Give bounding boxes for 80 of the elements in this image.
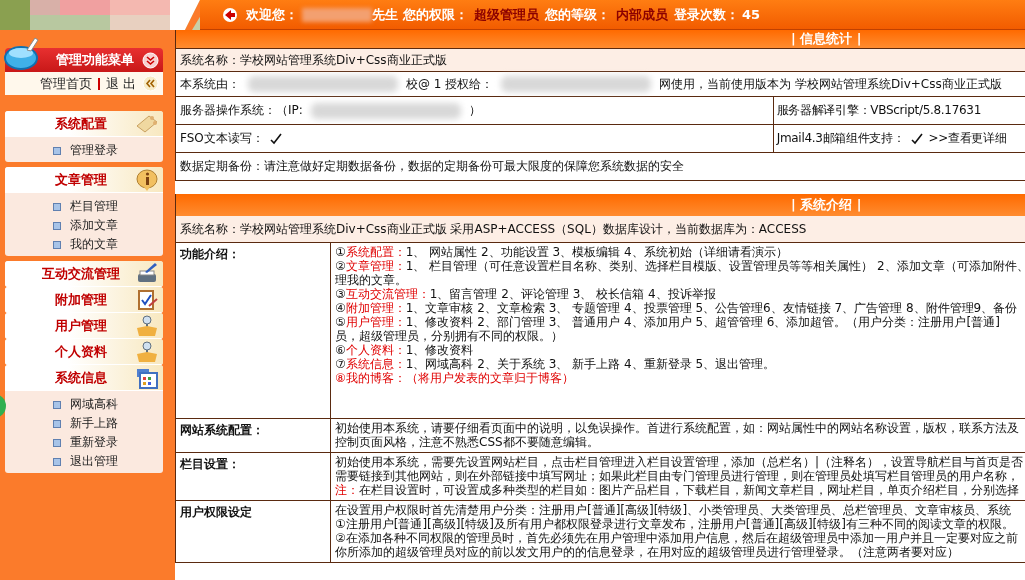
description-line: ②文章管理：1、 栏目管理（可任意设置栏目名称、类别、选择栏目模版、设置管理员等等相关属性） 2、添加文章（可添加附件、 xyxy=(335,259,1025,273)
description-line: 需要链接到其他网站，则在外部链接中填写网址；如果此栏目由专门管理员进行管理，则在管理员处填写栏目管理员的用户名称， xyxy=(335,469,1020,483)
info-text: 数据定期备份：请注意做好定期数据备份，数据的定期备份可最大限度的保障您系统数据的安全 xyxy=(180,158,684,175)
name-suffix: 先生 xyxy=(372,5,398,24)
menu-item[interactable]: 新手上路 xyxy=(70,415,118,432)
description-line: 初始使用本系统，请要仔细看页面中的说明，以免误操作。首进行系统配置，如：网站属性中的网站名称设置，版权，联系方法及 xyxy=(335,421,1020,435)
info-text: Jmail4.3邮箱组件支持： xyxy=(776,130,905,147)
bullet-icon xyxy=(53,221,61,230)
info-text: FSO文本读写： xyxy=(180,130,264,147)
summary-text: 系统名称：学校网站管理系统Div+Css商业正式版 采用ASP+ACCESS（SQL）数据库设计，当前数据库为：ACCESS xyxy=(180,220,807,238)
row-heading: 功能介绍： xyxy=(180,247,240,261)
row-heading: 网站系统配置： xyxy=(180,423,264,437)
menu-item[interactable]: 栏目管理 xyxy=(70,198,118,215)
info-text: 网使用，当前使用版本为 学校网站管理系统Div+Css商业正式版 xyxy=(659,75,1002,93)
description-line: ④附加管理：1、文章审核 2、文章检索 3、 专题管理 4、投票管理 5、公告管理6、友情链接 7、广告管理 8、附件管理9、备份 xyxy=(335,301,1019,315)
bullet-icon xyxy=(53,438,61,447)
menu-link[interactable]: 退 出 xyxy=(105,74,136,93)
permission-label: 您的权限： xyxy=(403,5,468,24)
menu-section-header[interactable]: 互动交流管理 xyxy=(5,261,163,287)
description-line: ③互动交流管理：1、留言管理 2、评论管理 3、 校长信箱 4、投诉举报 xyxy=(335,287,717,301)
description-line: 控制页面风格，注意不熟悉CSS都不要随意编辑。 xyxy=(335,435,600,449)
section-title: | 系统介绍 | xyxy=(791,196,862,214)
info-text: 服务器解译引擎：VBScript/5.8.17631 xyxy=(776,102,982,119)
description-line: 在设置用户权限时首先清楚用户分类：注册用户[普通][高级][特级]、小类管理员、大类管理员、总栏管理员、文章审核员、系统 xyxy=(335,503,1013,517)
description-line: ⑦系统信息：1、网域高科 2、关于系统 3、 新手上路 4、重新登录 5、退出管理。 xyxy=(335,357,776,371)
collapse-down-icon[interactable] xyxy=(142,51,159,69)
back-arrow-icon xyxy=(222,6,238,23)
menu-section-header[interactable]: 用户管理 xyxy=(5,313,163,339)
info-text: 系统名称：学校网站管理系统Div+Css商业正式版 xyxy=(180,51,447,69)
description-line: 你所添加的超级管理员对应的前以发文用户的的信息登录，在用对应的超级管理员进行管理登录。（注意两者要对应） xyxy=(335,545,960,559)
menu-item[interactable]: 管理登录 xyxy=(70,142,118,159)
level-label: 您的等级： xyxy=(545,5,610,24)
menu-section-header[interactable]: 附加管理 xyxy=(5,287,163,313)
menu-section-header[interactable]: 文章管理 xyxy=(5,167,163,193)
description-line: ⑤用户管理：1、修改资料 2、部门管理 3、 普通用户 4、添加用户 5、超管管理 6、添加超管。（用户分类：注册用户[普通] xyxy=(335,315,1001,329)
section-icon xyxy=(135,288,159,312)
menu-item[interactable]: 重新登录 xyxy=(70,434,118,451)
description-line: ②在添加各种不同权限的管理员时，首先必须先在用户管理中添加用户信息，然后在超级管理员中添加一用户并且一定要对应之前 xyxy=(335,531,1019,545)
description-line: 注：在栏目设置时，可设置成多种类型的栏目如：图片产品栏目，下载栏目，新闻文章栏目，网址栏目，单页介绍栏目，分别选择 xyxy=(335,483,1020,497)
menu-section-header[interactable]: 系统信息 xyxy=(5,365,163,391)
menu-section-header[interactable]: 个人资料 xyxy=(5,339,163,365)
permission-value: 超级管理员 xyxy=(474,5,539,24)
section-icon xyxy=(135,340,159,364)
bullet-icon xyxy=(53,240,61,249)
row-heading: 栏目设置： xyxy=(180,457,240,471)
login-count-label: 登录次数： xyxy=(674,5,739,24)
description-line: ①系统配置：1、 网站属性 2、功能设置 3、模板编辑 4、系统初始（详细请看演示） xyxy=(335,245,789,259)
menu-item[interactable]: 我的文章 xyxy=(70,236,118,253)
menu-item[interactable]: 退出管理 xyxy=(70,453,118,470)
menu-link[interactable]: 管理首页 xyxy=(39,74,92,93)
info-text: 本系统由： xyxy=(180,75,240,93)
menu-item[interactable]: 添加文章 xyxy=(70,217,118,234)
description-line: 理我的文章。 xyxy=(335,273,408,287)
bullet-icon xyxy=(53,202,61,211)
description-line: ⑥个人资料：1、修改资料 xyxy=(335,343,475,357)
level-value: 内部成员 xyxy=(616,5,668,24)
description-line: ①注册用户[普通][高级][特级]及所有用户都权限登录进行文章发布，注册用户[普通][高级][特级]有三种不同的阅读文章的权限。 xyxy=(335,517,1015,531)
info-text: ） xyxy=(468,102,481,119)
login-count: 45 xyxy=(742,7,761,22)
bullet-icon xyxy=(53,146,61,155)
info-text: 校@ 1 授权给： xyxy=(406,75,494,93)
description-line: 员，超级管理员，分别拥有不同的权限。） xyxy=(335,329,564,343)
bullet-icon xyxy=(53,419,61,428)
section-icon xyxy=(135,366,159,390)
section-icon xyxy=(135,168,159,192)
bullet-icon xyxy=(53,457,61,466)
section-title: | 信息统计 | xyxy=(791,30,862,48)
description-line: 初始使用本系统，需要先设置网站栏目，点击栏目管理进入栏目设置管理，添加（总栏名）|（注释名），设置导航栏目与首页是否 xyxy=(335,455,1025,469)
collapse-left-icon[interactable] xyxy=(142,75,159,92)
menu-title: 管理功能菜单 xyxy=(56,51,134,69)
menu-section-header[interactable]: 系统配置 xyxy=(5,111,163,137)
blurred-name xyxy=(302,7,372,22)
section-icon xyxy=(135,314,159,338)
bullet-icon xyxy=(53,400,61,409)
details-link[interactable]: >>查看更详细 xyxy=(928,130,1007,147)
info-text: 服务器操作系统：（IP: xyxy=(180,102,303,119)
row-heading: 用户权限设定 xyxy=(180,505,252,519)
welcome-label: 欢迎您： xyxy=(246,5,298,24)
description-line: ⑧我的博客：（将用户发表的文章归于博客） xyxy=(335,371,575,385)
menu-item[interactable]: 网域高科 xyxy=(70,396,118,413)
